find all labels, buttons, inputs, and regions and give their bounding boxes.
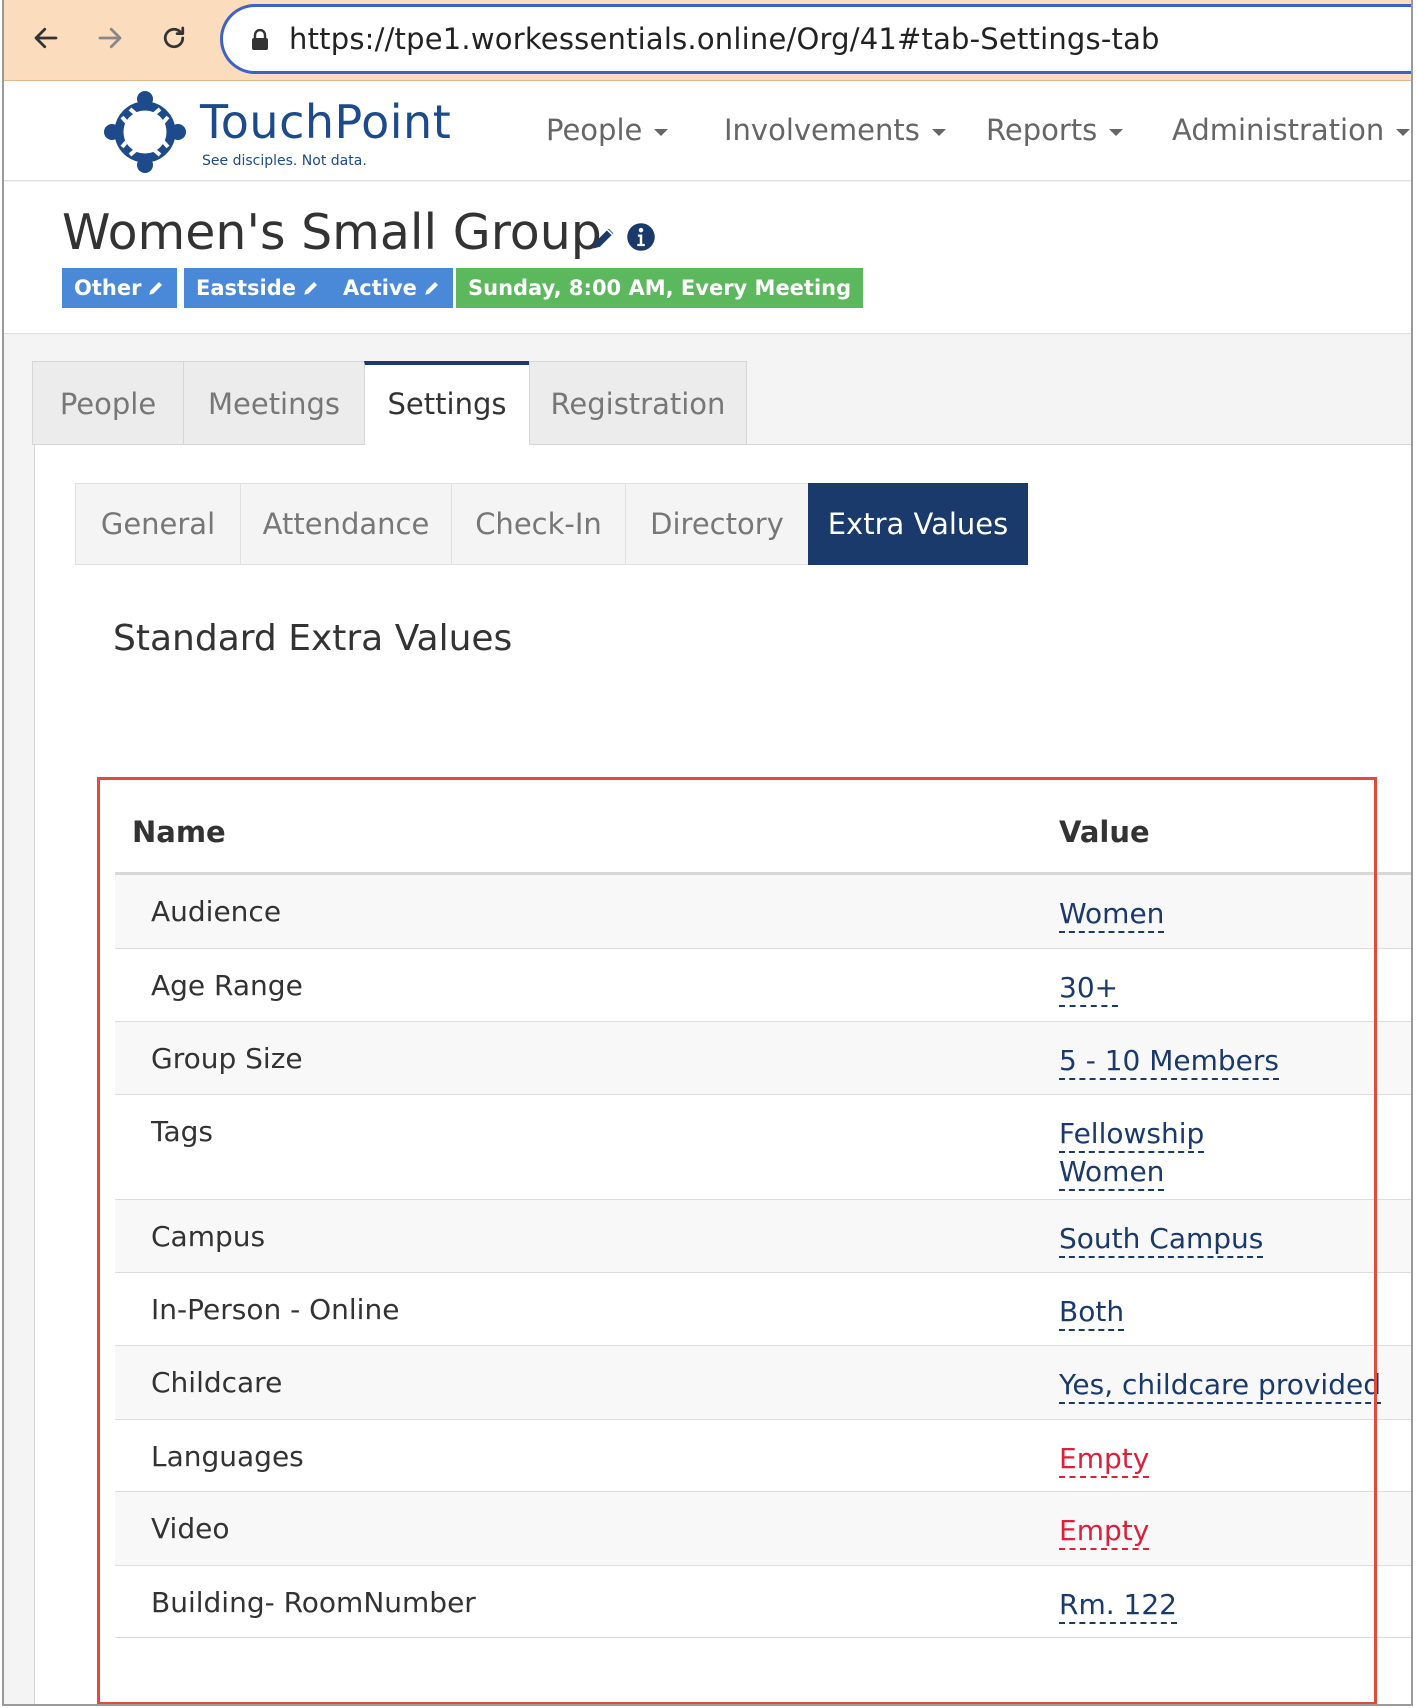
tab-registration[interactable]: Registration — [529, 361, 747, 445]
forward-arrow-icon[interactable] — [90, 18, 130, 58]
pencil-icon — [149, 282, 163, 295]
url-text[interactable]: https://tpe1.workessentials.online/Org/4… — [289, 22, 1160, 56]
page-title: Women's Small Group — [62, 204, 602, 261]
logo-name[interactable]: TouchPoint — [200, 95, 451, 149]
nav-reports[interactable]: Reports — [986, 113, 1124, 147]
badge-program[interactable]: Other — [62, 268, 178, 308]
caret-down-icon — [654, 128, 669, 136]
pencil-icon — [425, 282, 438, 295]
section-title: Standard Extra Values — [113, 618, 513, 659]
lock-icon — [252, 29, 268, 50]
org-header: Women's Small Group Other Eastside Activ… — [4, 182, 1411, 334]
subtab-check-in[interactable]: Check-In — [451, 483, 626, 565]
app-header: TouchPoint See disciples. Not data. Peop… — [4, 81, 1411, 181]
nav-involvements[interactable]: Involvements — [724, 113, 946, 147]
badge-status[interactable]: Active — [331, 268, 453, 308]
nav-administration[interactable]: Administration — [1172, 113, 1411, 147]
address-bar[interactable]: https://tpe1.workessentials.online/Org/4… — [220, 4, 1411, 74]
pencil-icon[interactable] — [590, 224, 618, 252]
browser-toolbar: https://tpe1.workessentials.online/Org/4… — [4, 0, 1411, 81]
tab-meetings[interactable]: Meetings — [183, 361, 365, 445]
content-area: People Meetings Settings Registration Ge… — [4, 334, 1411, 1704]
badge-schedule[interactable]: Sunday, 8:00 AM, Every Meeting — [456, 268, 864, 308]
caret-down-icon — [1109, 128, 1124, 136]
touchpoint-logo-icon[interactable] — [100, 87, 190, 177]
reload-icon[interactable] — [154, 18, 194, 58]
pencil-icon — [304, 282, 318, 295]
highlight-annotation — [97, 777, 1377, 1704]
settings-panel: General Attendance Check-In Directory Ex… — [34, 445, 1411, 1704]
subtab-extra-values[interactable]: Extra Values — [808, 483, 1028, 565]
screenshot-frame: https://tpe1.workessentials.online/Org/4… — [2, 0, 1413, 1706]
caret-down-icon — [931, 128, 946, 136]
back-arrow-icon[interactable] — [26, 18, 66, 58]
info-icon[interactable] — [626, 222, 656, 252]
tab-settings[interactable]: Settings — [364, 361, 530, 446]
subtab-attendance[interactable]: Attendance — [240, 483, 452, 565]
caret-down-icon — [1396, 128, 1411, 136]
nav-people[interactable]: People — [546, 113, 669, 147]
subtab-general[interactable]: General — [75, 483, 241, 565]
tab-people[interactable]: People — [32, 361, 184, 445]
subtab-directory[interactable]: Directory — [625, 483, 809, 565]
logo-tagline: See disciples. Not data. — [202, 153, 367, 169]
badge-division[interactable]: Eastside — [184, 268, 333, 308]
